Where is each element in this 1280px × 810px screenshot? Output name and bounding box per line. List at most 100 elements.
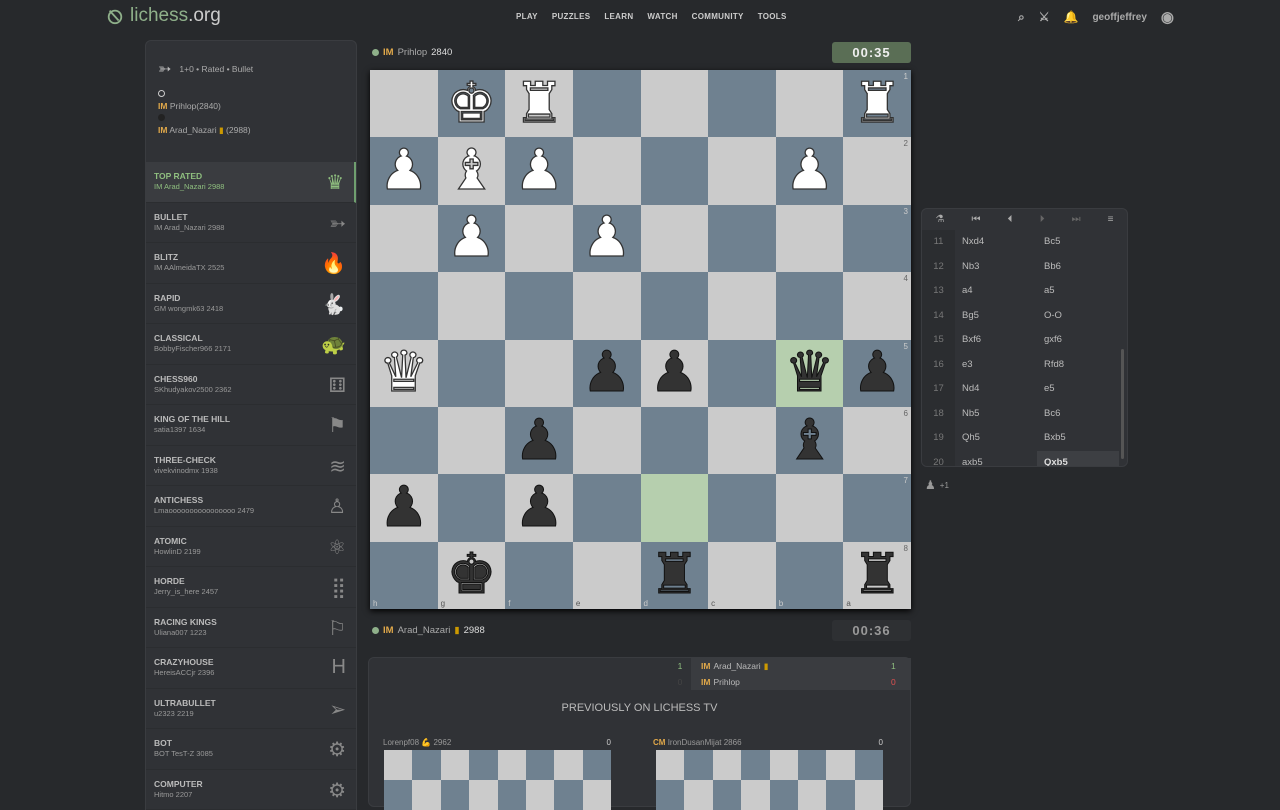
- white-player[interactable]: IM Prihlop(2840): [158, 101, 344, 111]
- first-move-icon[interactable]: ⏮: [972, 214, 981, 225]
- square-f6[interactable]: ♟: [505, 407, 573, 474]
- white-move[interactable]: e3: [955, 353, 1037, 378]
- square-f5[interactable]: [505, 340, 573, 407]
- black-pawn-icon[interactable]: ♟: [514, 413, 564, 469]
- nav-puzzles[interactable]: PUZZLES: [552, 12, 591, 21]
- bottom-player-name[interactable]: Arad_Nazari: [398, 625, 451, 636]
- square-e7[interactable]: [573, 474, 641, 541]
- square-a4[interactable]: 4: [843, 272, 911, 339]
- square-d8[interactable]: ♜d: [641, 542, 709, 609]
- black-move[interactable]: Qxb5: [1037, 451, 1119, 468]
- square-h7[interactable]: ♟: [370, 474, 438, 541]
- channel-king-of-the-hill[interactable]: KING OF THE HILLsatia1397 1634⚑: [146, 405, 356, 446]
- square-b6[interactable]: ♝: [776, 407, 844, 474]
- channel-ultrabullet[interactable]: ULTRABULLETu2323 2219➢: [146, 689, 356, 730]
- white-move[interactable]: axb5: [955, 451, 1037, 468]
- square-d5[interactable]: ♟: [641, 340, 709, 407]
- mini-board[interactable]: [656, 750, 883, 810]
- user-avatar-icon[interactable]: ◉: [1161, 8, 1174, 26]
- channel-bullet[interactable]: BULLETIM Arad_Nazari 2988➳: [146, 203, 356, 244]
- white-pawn-icon[interactable]: ♟: [582, 210, 632, 266]
- square-f3[interactable]: [505, 205, 573, 272]
- previous-game[interactable]: CM IronDusanMijat 28660: [641, 738, 883, 810]
- square-d6[interactable]: [641, 407, 709, 474]
- white-move[interactable]: a4: [955, 279, 1037, 304]
- square-d2[interactable]: [641, 137, 709, 204]
- square-c8[interactable]: c: [708, 542, 776, 609]
- analysis-icon[interactable]: ⚗: [936, 214, 945, 225]
- square-b1[interactable]: [776, 70, 844, 137]
- black-move[interactable]: a5: [1037, 279, 1119, 304]
- square-a2[interactable]: 2: [843, 137, 911, 204]
- white-move[interactable]: Qh5: [955, 426, 1037, 451]
- bell-icon[interactable]: 🔔: [1064, 10, 1079, 24]
- white-pawn-icon[interactable]: ♟: [446, 210, 496, 266]
- black-pawn-icon[interactable]: ♟: [649, 345, 699, 401]
- black-king-icon[interactable]: ♚: [446, 547, 496, 603]
- square-e6[interactable]: [573, 407, 641, 474]
- square-c5[interactable]: [708, 340, 776, 407]
- scrollbar[interactable]: [1121, 349, 1124, 459]
- square-e5[interactable]: ♟: [573, 340, 641, 407]
- next-move-icon[interactable]: ⏵: [1040, 214, 1045, 225]
- square-a6[interactable]: 6: [843, 407, 911, 474]
- square-b2[interactable]: ♟: [776, 137, 844, 204]
- square-f2[interactable]: ♟: [505, 137, 573, 204]
- nav-watch[interactable]: WATCH: [647, 12, 677, 21]
- white-move[interactable]: Nd4: [955, 377, 1037, 402]
- channel-top-rated[interactable]: TOP RATEDIM Arad_Nazari 2988♛: [146, 162, 356, 203]
- square-h6[interactable]: [370, 407, 438, 474]
- channel-antichess[interactable]: ANTICHESSLmaoooooooooooooooo 2479♙: [146, 486, 356, 527]
- square-f7[interactable]: ♟: [505, 474, 573, 541]
- nav-community[interactable]: COMMUNITY: [692, 12, 744, 21]
- black-move[interactable]: Bb6: [1037, 255, 1119, 280]
- square-h4[interactable]: [370, 272, 438, 339]
- square-d4[interactable]: [641, 272, 709, 339]
- top-player-name[interactable]: Prihlop: [398, 47, 428, 58]
- user-menu[interactable]: geoffjeffrey: [1092, 12, 1146, 23]
- square-a8[interactable]: ♜8a: [843, 542, 911, 609]
- black-pawn-icon[interactable]: ♟: [379, 480, 429, 536]
- channel-three-check[interactable]: THREE-CHECKvivekvinodmx 1938≋: [146, 446, 356, 487]
- square-g8[interactable]: ♚g: [438, 542, 506, 609]
- square-g4[interactable]: [438, 272, 506, 339]
- search-icon[interactable]: ⌕: [1018, 10, 1025, 25]
- square-c4[interactable]: [708, 272, 776, 339]
- square-g1[interactable]: ♚: [438, 70, 506, 137]
- white-bishop-icon[interactable]: ♝: [446, 143, 496, 199]
- square-b3[interactable]: [776, 205, 844, 272]
- channel-rapid[interactable]: RAPIDGM wongmk63 2418🐇: [146, 284, 356, 325]
- square-f1[interactable]: ♜: [505, 70, 573, 137]
- black-player[interactable]: IM Arad_Nazari ▮ (2988): [158, 125, 344, 136]
- white-move[interactable]: Bg5: [955, 304, 1037, 329]
- white-pawn-icon[interactable]: ♟: [784, 143, 834, 199]
- square-b7[interactable]: [776, 474, 844, 541]
- square-a3[interactable]: 3: [843, 205, 911, 272]
- white-move[interactable]: Nb5: [955, 402, 1037, 427]
- square-d7[interactable]: [641, 474, 709, 541]
- black-rook-icon[interactable]: ♜: [852, 547, 902, 603]
- square-d3[interactable]: [641, 205, 709, 272]
- square-a7[interactable]: 7: [843, 474, 911, 541]
- channel-atomic[interactable]: ATOMICHowlinD 2199⚛: [146, 527, 356, 568]
- white-pawn-icon[interactable]: ♟: [514, 143, 564, 199]
- square-g6[interactable]: [438, 407, 506, 474]
- square-e1[interactable]: [573, 70, 641, 137]
- black-move[interactable]: Bc5: [1037, 230, 1119, 255]
- black-move[interactable]: gxf6: [1037, 328, 1119, 353]
- square-e4[interactable]: [573, 272, 641, 339]
- square-b4[interactable]: [776, 272, 844, 339]
- square-d1[interactable]: [641, 70, 709, 137]
- square-c6[interactable]: [708, 407, 776, 474]
- menu-icon[interactable]: ≡: [1108, 214, 1114, 225]
- white-pawn-icon[interactable]: ♟: [379, 143, 429, 199]
- last-move-icon[interactable]: ⏭: [1072, 214, 1081, 225]
- black-bishop-icon[interactable]: ♝: [784, 413, 834, 469]
- square-g3[interactable]: ♟: [438, 205, 506, 272]
- channel-bot[interactable]: BOTBOT TesT-Z 3085⚙: [146, 729, 356, 770]
- channel-horde[interactable]: HORDEJerry_is_here 2457⣿: [146, 567, 356, 608]
- black-move[interactable]: Bxb5: [1037, 426, 1119, 451]
- square-c2[interactable]: [708, 137, 776, 204]
- square-h8[interactable]: h: [370, 542, 438, 609]
- black-pawn-icon[interactable]: ♟: [852, 345, 902, 401]
